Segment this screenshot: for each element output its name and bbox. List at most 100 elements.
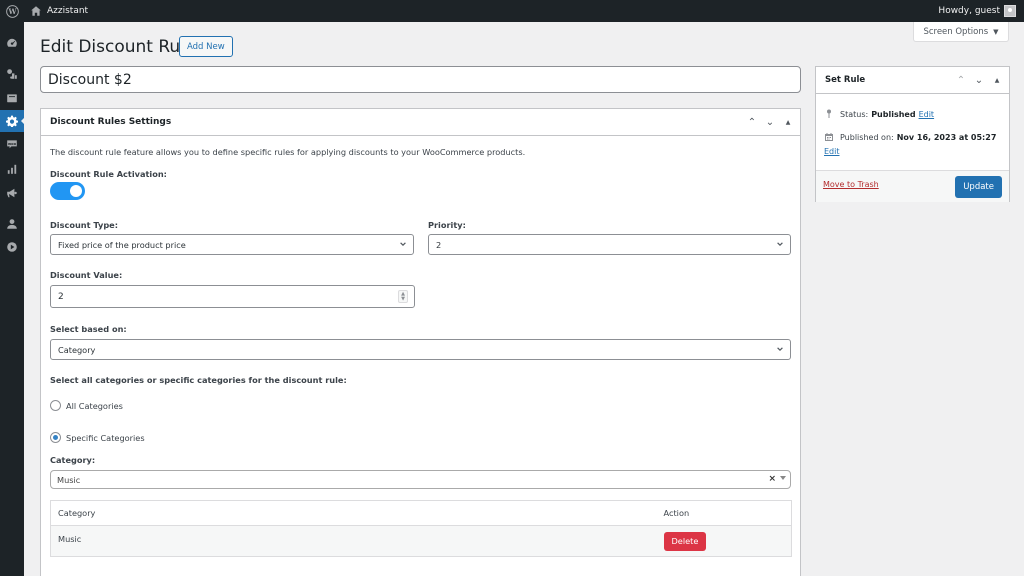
categories-scope-label: Select all categories or specific catego…: [50, 375, 347, 385]
status-label: Status:: [840, 109, 869, 119]
category-select-value: Music: [57, 474, 81, 485]
add-new-button[interactable]: Add New: [179, 36, 233, 57]
based-on-select[interactable]: Category: [50, 339, 791, 360]
published-row: Published on: Nov 16, 2023 at 05:27: [824, 132, 999, 142]
category-label: Category:: [50, 455, 96, 465]
edit-date-link[interactable]: Edit: [824, 147, 840, 156]
chevron-down-icon: [776, 240, 784, 248]
svg-text:woo: woo: [8, 142, 17, 146]
category-cell: Music: [50, 525, 657, 557]
toggle-knob: [70, 185, 82, 197]
categories-table: Category Action Music Delete: [50, 500, 792, 557]
discount-value-label: Discount Value:: [50, 270, 123, 280]
wordpress-logo-icon[interactable]: W: [0, 0, 24, 22]
settings-description: The discount rule feature allows you to …: [50, 147, 526, 157]
users-icon: [7, 219, 17, 229]
sidebar-item-analytics[interactable]: [0, 158, 24, 180]
published-value: Nov 16, 2023 at 05:27: [896, 132, 997, 142]
woocommerce-icon: woo: [7, 140, 17, 149]
marketing-megaphone-icon: [7, 188, 17, 198]
edit-status-link[interactable]: Edit: [919, 110, 935, 119]
sidebar-item-media[interactable]: [0, 87, 24, 109]
site-name-link[interactable]: Azzistant: [30, 5, 88, 17]
media-icon: [7, 94, 17, 103]
column-header-action: Action: [656, 500, 792, 526]
box-handle-actions: ⌃ ⌄ ▲: [955, 67, 1003, 94]
calendar-icon: [824, 132, 834, 142]
move-up-icon[interactable]: ⌃: [746, 117, 758, 128]
spin-down-icon[interactable]: ▼: [401, 296, 405, 302]
radio-specific-categories[interactable]: Specific Categories: [50, 432, 145, 443]
analytics-icon: [7, 164, 17, 174]
media-play-icon: [7, 242, 17, 252]
settings-box-header: Discount Rules Settings ⌃ ⌄ ▲: [41, 109, 800, 136]
based-on-value: Category: [58, 344, 96, 355]
box-handle-actions: ⌃ ⌄ ▲: [746, 109, 794, 136]
discount-type-value: Fixed price of the product price: [58, 239, 186, 250]
chevron-down-icon: [776, 345, 784, 353]
activation-toggle[interactable]: [50, 182, 85, 200]
admin-sidebar: woo: [0, 22, 25, 576]
column-header-category: Category: [50, 500, 657, 526]
move-up-icon[interactable]: ⌃: [955, 75, 967, 86]
table-header-row: Category Action: [50, 500, 792, 526]
pin-icon: [824, 109, 834, 119]
sidebar-item-media-play[interactable]: [0, 236, 24, 258]
dropdown-arrow-icon[interactable]: [780, 476, 786, 480]
posts-icon: [7, 69, 17, 79]
avatar: [1004, 5, 1016, 17]
sidebar-item-dashboard[interactable]: [0, 32, 24, 54]
my-account-menu[interactable]: Howdy, guest: [938, 0, 1016, 22]
screen-options-label: Screen Options: [923, 26, 989, 37]
priority-value: 2: [436, 239, 442, 250]
rule-title-input[interactable]: Discount $2: [40, 66, 801, 93]
discount-type-label: Discount Type:: [50, 220, 119, 230]
site-name: Azzistant: [47, 6, 89, 16]
set-rule-header: Set Rule ⌃ ⌄ ▲: [816, 67, 1009, 94]
action-cell: Delete: [656, 525, 792, 557]
caret-down-icon: ▼: [993, 27, 999, 36]
collapse-toggle-icon[interactable]: ▲: [991, 77, 1003, 84]
table-row: Music Delete: [50, 525, 792, 557]
publish-actions: Move to Trash Update: [816, 170, 1009, 202]
sidebar-item-settings[interactable]: [0, 110, 25, 132]
discount-type-select[interactable]: Fixed price of the product price: [50, 234, 414, 255]
status-value: Published: [871, 109, 916, 119]
priority-select[interactable]: 2: [428, 234, 791, 255]
category-select[interactable]: Music ×: [50, 470, 791, 489]
priority-label: Priority:: [428, 220, 466, 230]
settings-box-title: Discount Rules Settings: [50, 117, 172, 127]
sidebar-item-woocommerce[interactable]: woo: [0, 133, 24, 155]
collapse-toggle-icon[interactable]: ▲: [782, 119, 794, 126]
delete-button[interactable]: Delete: [663, 532, 707, 551]
sidebar-item-posts[interactable]: [0, 63, 24, 85]
greeting: Howdy, guest: [938, 6, 1000, 16]
move-to-trash-link[interactable]: Move to Trash: [823, 180, 879, 189]
radio-button-checked[interactable]: [50, 432, 61, 443]
discount-value-input[interactable]: 2 ▲ ▼: [50, 285, 415, 308]
set-rule-title: Set Rule: [825, 75, 866, 85]
home-icon: [31, 6, 41, 16]
radio-button[interactable]: [50, 400, 61, 411]
sidebar-item-users[interactable]: [0, 213, 24, 235]
clear-selection-icon[interactable]: ×: [768, 474, 776, 484]
move-down-icon[interactable]: ⌄: [764, 117, 776, 128]
admin-bar: W Azzistant Howdy, guest: [0, 0, 1024, 22]
dashboard-icon: [7, 38, 17, 47]
radio-all-categories[interactable]: All Categories: [50, 400, 123, 411]
screen-options-button[interactable]: Screen Options ▼: [913, 22, 1009, 42]
published-edit-row: Edit: [824, 147, 840, 156]
number-spinner[interactable]: ▲ ▼: [398, 290, 408, 303]
set-rule-box: Set Rule ⌃ ⌄ ▲ Status: Published Edit Pu…: [815, 66, 1010, 202]
page-title: Edit Discount Rule: [40, 37, 196, 57]
move-down-icon[interactable]: ⌄: [973, 75, 985, 86]
published-label: Published on:: [840, 132, 894, 142]
sidebar-item-marketing[interactable]: [0, 182, 24, 204]
status-row: Status: Published Edit: [824, 109, 934, 119]
radio-specific-label: Specific Categories: [66, 432, 145, 443]
activation-label: Discount Rule Activation:: [50, 169, 167, 179]
update-button[interactable]: Update: [955, 176, 1002, 198]
radio-all-label: All Categories: [66, 400, 123, 411]
settings-gear-icon: [6, 115, 18, 127]
svg-text:W: W: [7, 7, 17, 16]
